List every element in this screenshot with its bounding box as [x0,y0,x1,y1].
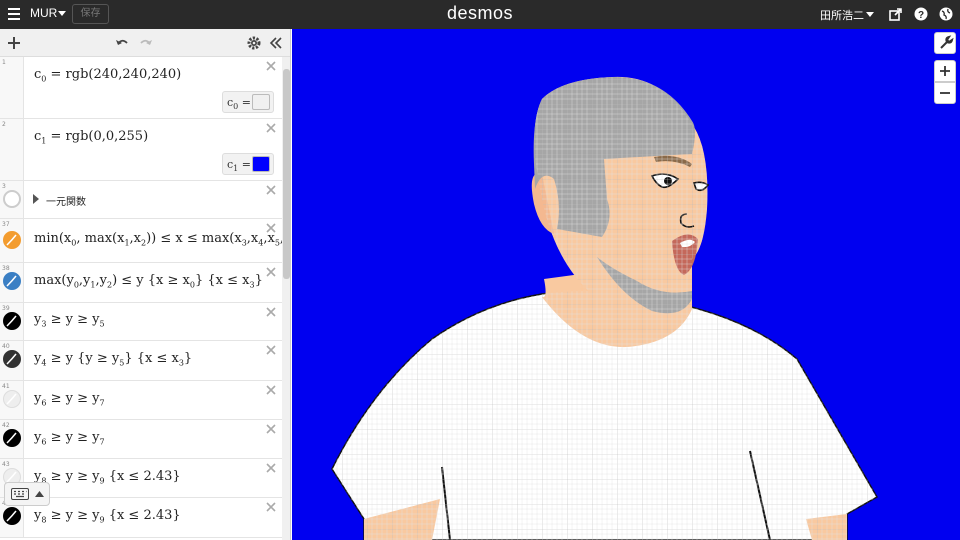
zoom-in-icon [940,66,950,76]
expression-math[interactable]: max(y0,y1,y2) ≤ y {x ≥ x0} {x ≤ x3} [34,273,263,290]
expression-row[interactable]: 39 y3 ≥ y ≥ y5 [0,303,282,341]
expression-row[interactable]: 41 y6 ≥ y ≥ y7 [0,381,282,420]
zoom-in-button[interactable] [934,60,956,82]
svg-text:?: ? [918,10,924,21]
graph-grid [332,76,877,540]
close-icon[interactable] [266,123,276,133]
chevron-down-icon[interactable] [58,11,66,16]
expression-toolbar [0,29,290,57]
close-icon[interactable] [266,345,276,355]
folder-expand-icon[interactable] [33,194,39,204]
redo-icon[interactable] [138,35,154,51]
expression-list: 1 c0 = rgb(240,240,240) c0 = 2 c1 = rgb(… [0,57,290,538]
save-button[interactable]: 保存 [72,4,109,24]
zoom-out-icon [940,92,950,94]
color-swatch[interactable] [252,156,270,172]
row-number: 41 [2,383,10,390]
color-swatch[interactable] [252,94,270,110]
graph-canvas[interactable] [292,29,960,540]
expression-row[interactable]: 42 y6 ≥ y ≥ y7 [0,420,282,459]
expression-math[interactable]: y8 ≥ y ≥ y9 {x ≤ 2.43} [34,469,181,486]
graph-style-icon[interactable] [3,390,21,408]
close-icon[interactable] [266,267,276,277]
swatch-label: c1 = [227,158,251,174]
close-icon[interactable] [266,185,276,195]
close-icon[interactable] [266,502,276,512]
graph-style-icon[interactable] [3,312,21,330]
row-number: 43 [2,461,10,468]
graph-style-icon[interactable] [3,429,21,447]
expression-math[interactable]: y3 ≥ y ≥ y5 [34,312,105,329]
graph-drawing [331,76,878,540]
expression-math[interactable]: c1 = rgb(0,0,255) [34,129,148,146]
row-number: 3 [2,183,6,190]
share-icon[interactable] [889,7,903,21]
row-number: 2 [2,121,6,128]
expression-row[interactable]: 37 min(x0, max(x1,x2)) ≤ x ≤ max(x3,x4,x… [0,219,290,263]
collapse-icon[interactable] [268,35,284,51]
folder-row[interactable]: 3 一元関数 [0,181,282,219]
row-number: 37 [2,221,10,228]
swatch-label: c0 = [227,96,251,112]
chevron-down-icon[interactable] [866,12,874,17]
scrollbar-thumb[interactable] [283,69,290,279]
color-swatch-box: c1 = [222,153,274,175]
folder-label[interactable]: 一元関数 [46,193,86,208]
expression-math[interactable]: min(x0, max(x1,x2)) ≤ x ≤ max(x3,x4,x5,x… [34,231,290,248]
expression-panel: 1 c0 = rgb(240,240,240) c0 = 2 c1 = rgb(… [0,29,291,540]
help-icon[interactable]: ? [914,7,928,21]
desmos-logo: desmos [446,3,514,23]
top-bar: MUR 保存 desmos 田所浩二 ? [0,0,960,29]
gear-icon[interactable] [246,35,262,51]
expression-math[interactable]: c0 = rgb(240,240,240) [34,67,181,84]
row-number: 40 [2,343,10,350]
close-icon[interactable] [266,463,276,473]
graph-title[interactable]: MUR [30,6,57,20]
graph-style-icon[interactable] [3,507,21,525]
keyboard-icon [11,488,29,500]
graph-style-icon[interactable] [3,350,21,368]
hidden-toggle-icon[interactable] [3,190,21,208]
wrench-icon [940,35,954,49]
graph-style-icon[interactable] [3,231,21,249]
menu-icon[interactable] [8,8,20,20]
close-icon[interactable] [266,223,276,233]
graph-settings-button[interactable] [934,32,956,54]
chevron-up-icon [35,491,44,497]
expression-row[interactable]: 2 c1 = rgb(0,0,255) c1 = [0,119,282,181]
close-icon[interactable] [266,385,276,395]
expression-row[interactable]: 38 max(y0,y1,y2) ≤ y {x ≥ x0} {x ≤ x3} [0,263,282,303]
expression-math[interactable]: y8 ≥ y ≥ y9 {x ≤ 2.43} [34,508,181,525]
close-icon[interactable] [266,61,276,71]
keyboard-toggle-button[interactable] [4,482,50,506]
close-icon[interactable] [266,424,276,434]
scrollbar[interactable] [282,57,290,540]
row-number: 38 [2,265,10,272]
zoom-out-button[interactable] [934,82,956,104]
close-icon[interactable] [266,307,276,317]
expression-math[interactable]: y4 ≥ y {y ≥ y5} {x ≤ x3} [34,351,192,368]
row-number: 42 [2,422,10,429]
row-number: 1 [2,59,6,66]
color-swatch-box: c0 = [222,91,274,113]
expression-row[interactable]: 40 y4 ≥ y {y ≥ y5} {x ≤ x3} [0,341,282,381]
expression-row[interactable]: 1 c0 = rgb(240,240,240) c0 = [0,57,282,119]
row-number: 39 [2,305,10,312]
expression-math[interactable]: y6 ≥ y ≥ y7 [34,430,105,447]
plus-icon[interactable] [6,35,22,51]
graph-style-icon[interactable] [3,272,21,290]
user-name[interactable]: 田所浩二 [820,7,864,23]
expression-math[interactable]: y6 ≥ y ≥ y7 [34,391,105,408]
globe-icon[interactable] [939,7,953,21]
undo-icon[interactable] [114,35,130,51]
